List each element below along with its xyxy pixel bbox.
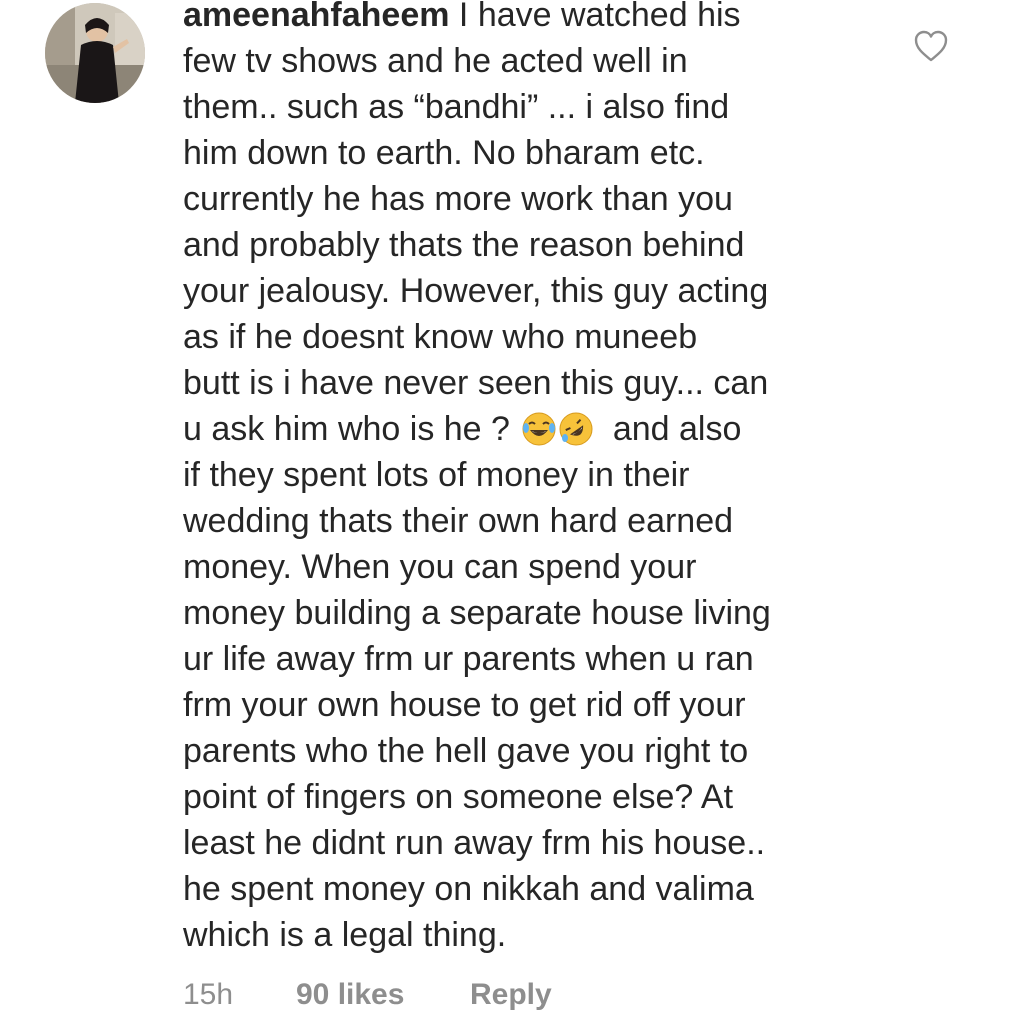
face-with-tears-of-joy-icon <box>522 412 556 446</box>
avatar[interactable] <box>45 3 145 103</box>
comment-line: him down to earth. No bharam etc. <box>183 134 705 172</box>
comment-line: and probably thats the reason behind <box>183 226 745 264</box>
comment-line: butt is i have never seen this guy... ca… <box>183 364 769 402</box>
like-heart-icon[interactable] <box>913 29 949 63</box>
comment-line: ameenahfaheem I have watched his <box>183 0 883 38</box>
comment-line: which is a legal thing. <box>183 916 507 954</box>
comment-line: frm your own house to get rid off your <box>183 686 746 724</box>
comment-line: currently he has more work than you <box>183 180 733 218</box>
rolling-on-floor-laughing-icon <box>559 412 593 446</box>
reply-button[interactable]: Reply <box>470 975 552 1015</box>
comment-text: and also <box>612 410 742 448</box>
comment-line: money. When you can spend your <box>183 548 697 586</box>
comment-line: if they spent lots of money in their <box>183 456 690 494</box>
timestamp: 15h <box>183 978 234 1011</box>
comment-line: them.. such as “bandhi” ... i also find <box>183 88 730 126</box>
comment-line: point of fingers on someone else? At <box>183 778 734 816</box>
comment-line: parents who the hell gave you right to <box>183 732 749 770</box>
comment-line: he spent money on nikkah and valima <box>183 870 754 908</box>
comment-body: ameenahfaheem I have watched his few tv … <box>183 0 883 958</box>
comment-line: ur life away frm ur parents when u ran <box>183 640 754 678</box>
comment-line: as if he doesnt know who muneeb <box>183 318 698 356</box>
comment-line: few tv shows and he acted well in <box>183 42 688 80</box>
likes-count-link[interactable]: 90 likes <box>296 975 404 1015</box>
comment-text: I have watched his <box>458 0 741 34</box>
comment-line: your jealousy. However, this guy acting <box>183 272 769 310</box>
comment-line: money building a separate house living <box>183 594 771 632</box>
comment-line: u ask him who is he ? and also <box>183 406 883 452</box>
comment-line: least he didnt run away frm his house.. <box>183 824 766 862</box>
comment-text: u ask him who is he ? <box>183 410 510 448</box>
username-link[interactable]: ameenahfaheem <box>183 0 449 34</box>
comment-line: wedding thats their own hard earned <box>183 502 734 540</box>
profile-photo <box>45 3 145 103</box>
